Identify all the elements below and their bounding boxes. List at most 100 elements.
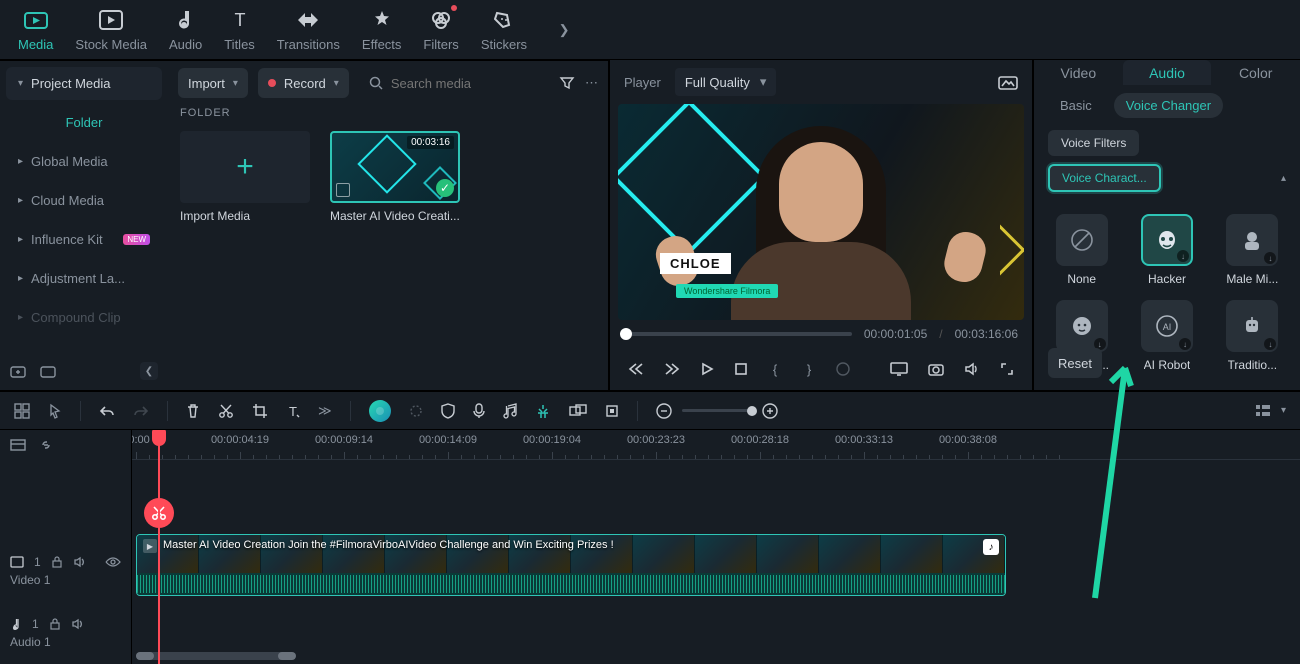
nav-effects[interactable]: Effects	[362, 7, 402, 52]
zoom-in-icon[interactable]	[762, 403, 778, 419]
text-icon[interactable]: T	[286, 404, 300, 418]
quality-select[interactable]: Full Quality▾	[675, 68, 777, 96]
eye-icon[interactable]	[105, 556, 121, 568]
sparkle-icon[interactable]	[409, 404, 423, 418]
mark-in-icon[interactable]: {	[768, 360, 782, 378]
subtab-voice-changer[interactable]: Voice Changer	[1114, 93, 1223, 118]
shield-icon[interactable]	[441, 403, 455, 419]
nav-titles[interactable]: T Titles	[224, 7, 255, 52]
clip-thumbnail[interactable]: 00:03:16 ✓	[330, 131, 460, 203]
more-tools-icon[interactable]: ≫	[318, 403, 332, 419]
zoom-knob[interactable]	[747, 406, 757, 416]
zoom-slider[interactable]	[682, 409, 752, 412]
nav-scroll-right[interactable]: ❯	[553, 10, 575, 50]
layout-icon[interactable]	[14, 403, 30, 419]
playhead[interactable]	[158, 430, 160, 664]
sidebar-item-global[interactable]: ▸Global Media	[6, 145, 162, 178]
timeline-body[interactable]: 00:0000:00:04:1900:00:09:1400:00:14:0900…	[132, 430, 1300, 664]
filters-new-dot-icon	[451, 5, 457, 11]
mic-icon[interactable]	[473, 403, 485, 419]
nav-audio[interactable]: Audio	[169, 7, 202, 52]
reset-button[interactable]: Reset	[1048, 348, 1102, 378]
link-icon[interactable]	[38, 438, 54, 452]
voice-ai-robot[interactable]: AI↓ AI Robot	[1133, 300, 1200, 372]
project-media-button[interactable]: ▾Project Media	[6, 67, 162, 100]
subtab-basic[interactable]: Basic	[1048, 93, 1104, 118]
nav-filters[interactable]: Filters	[423, 7, 458, 52]
folder-tab[interactable]: Folder	[6, 106, 162, 139]
clip-added-check-icon: ✓	[436, 179, 454, 197]
sidebar-item-compound[interactable]: ▸Compound Clip	[6, 301, 162, 334]
svg-text:T: T	[234, 10, 245, 30]
folder-icon[interactable]	[40, 364, 56, 378]
volume-icon[interactable]	[964, 360, 980, 378]
import-media-tile[interactable]: + Import Media	[180, 131, 310, 223]
section-caret-icon[interactable]: ▴	[1281, 173, 1286, 184]
chip-voice-characters[interactable]: Voice Charact...	[1048, 164, 1161, 192]
record-button[interactable]: Record▾	[258, 68, 349, 98]
filter-icon[interactable]	[559, 76, 575, 90]
lock-icon[interactable]	[51, 556, 63, 568]
delete-icon[interactable]	[186, 403, 200, 419]
nav-media[interactable]: Media	[18, 7, 53, 52]
chip-voice-filters[interactable]: Voice Filters	[1048, 130, 1139, 156]
tab-audio[interactable]: Audio	[1123, 60, 1212, 85]
more-icon[interactable]: ⋯	[585, 75, 598, 91]
nav-stock-media[interactable]: Stock Media	[75, 7, 147, 52]
nav-stickers[interactable]: Stickers	[481, 7, 527, 52]
search-input[interactable]	[359, 68, 549, 98]
mark-out-icon[interactable]: }	[802, 360, 816, 378]
clip-tile[interactable]: 00:03:16 ✓ Master AI Video Creati...	[330, 131, 460, 223]
audio-track-header[interactable]: 1 Audio 1	[0, 602, 131, 664]
player-viewport[interactable]: CHLOE Wondershare Filmora	[618, 104, 1024, 320]
prev-frame-icon[interactable]	[628, 360, 644, 378]
timeline-settings-icon[interactable]	[10, 438, 26, 452]
marker-icon[interactable]	[605, 404, 619, 418]
crop-icon[interactable]	[252, 403, 268, 419]
music-icon[interactable]	[503, 403, 517, 419]
play-icon[interactable]	[700, 360, 714, 378]
ai-button[interactable]	[369, 400, 391, 422]
voice-none[interactable]: None	[1048, 214, 1115, 286]
camera-icon[interactable]	[928, 360, 944, 378]
tab-video[interactable]: Video	[1034, 60, 1123, 85]
voice-male[interactable]: ↓ Male Mi...	[1219, 214, 1286, 286]
time-ruler[interactable]: 00:0000:00:04:1900:00:09:1400:00:14:0900…	[132, 430, 1300, 460]
ruler-label: 00:00:19:04	[523, 434, 581, 446]
speaker-icon[interactable]	[73, 556, 87, 568]
overlap-icon[interactable]	[569, 404, 587, 418]
track-view-caret-icon[interactable]: ▾	[1281, 405, 1286, 416]
nav-transitions[interactable]: Transitions	[277, 7, 340, 52]
pointer-icon[interactable]	[48, 403, 62, 419]
sidebar-item-influence[interactable]: ▸Influence KitNEW	[6, 223, 162, 256]
display-icon[interactable]	[890, 360, 908, 378]
new-folder-icon[interactable]	[10, 364, 26, 378]
scrub-knob[interactable]	[620, 328, 632, 340]
video-clip[interactable]: ▶ Master AI Video Creation Join the #Fil…	[136, 534, 1006, 596]
cut-icon[interactable]	[218, 403, 234, 419]
redo-icon[interactable]	[133, 404, 149, 418]
undo-icon[interactable]	[99, 404, 115, 418]
track-view-icon[interactable]	[1255, 404, 1271, 418]
overlay-brand: Wondershare Filmora	[676, 284, 778, 298]
stop-icon[interactable]	[734, 360, 748, 378]
collapse-sidebar-button[interactable]: ❮	[140, 362, 158, 380]
import-button[interactable]: Import▾	[178, 68, 248, 98]
voice-traditional[interactable]: ↓ Traditio...	[1219, 300, 1286, 372]
magnet-icon[interactable]	[535, 403, 551, 419]
speaker-icon[interactable]	[71, 618, 85, 630]
snapshot-icon[interactable]	[998, 74, 1018, 90]
fullscreen-icon[interactable]	[1000, 360, 1014, 378]
sidebar-item-adjustment[interactable]: ▸Adjustment La...	[6, 262, 162, 295]
lock-icon[interactable]	[49, 618, 61, 630]
zoom-out-icon[interactable]	[656, 403, 672, 419]
mute-icon[interactable]	[836, 360, 850, 378]
tab-color[interactable]: Color	[1211, 60, 1300, 85]
scrub-track[interactable]	[624, 332, 852, 336]
voice-hacker[interactable]: ↓ Hacker	[1133, 214, 1200, 286]
sidebar-item-cloud[interactable]: ▸Cloud Media	[6, 184, 162, 217]
next-frame-icon[interactable]	[664, 360, 680, 378]
video-track-header[interactable]: 1 Video 1	[0, 540, 131, 602]
download-icon: ↓	[1179, 338, 1191, 350]
import-plus-icon[interactable]: +	[180, 131, 310, 203]
